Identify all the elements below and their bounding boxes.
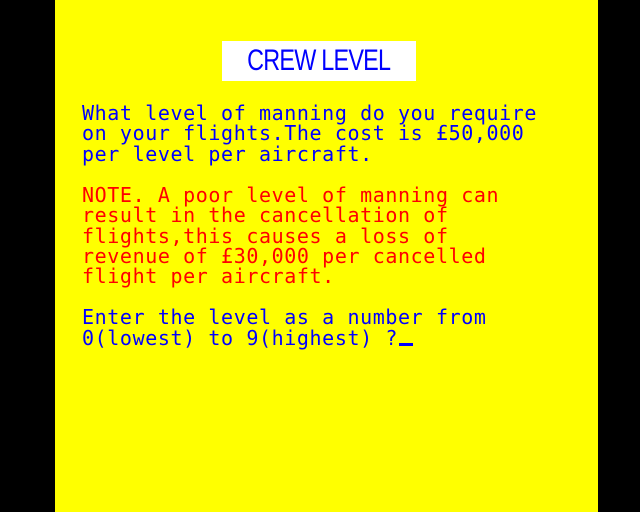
text-cursor <box>399 343 414 346</box>
question-line: on your flights.The cost is £50,000 <box>82 121 525 145</box>
prompt-input-line[interactable]: 0(lowest) to 9(highest) ? <box>82 326 414 350</box>
title-banner: CREW LEVEL <box>222 41 416 81</box>
prompt-line: Enter the level as a number from <box>82 305 487 329</box>
note-line: flight per aircraft. <box>82 264 335 288</box>
question-line: per level per aircraft. <box>82 142 373 166</box>
question-line: What level of manning do you require <box>82 101 538 125</box>
note-line: NOTE. A poor level of manning can <box>82 183 500 207</box>
game-screen: CREW LEVEL What level of manning do you … <box>55 0 598 512</box>
note-line: flights,this causes a loss of <box>82 224 449 248</box>
note-line: result in the cancellation of <box>82 203 449 227</box>
note-line: revenue of £30,000 per cancelled <box>82 244 487 268</box>
page-title: CREW LEVEL <box>247 44 391 77</box>
prompt-line: 0(lowest) to 9(highest) ? <box>82 326 399 350</box>
